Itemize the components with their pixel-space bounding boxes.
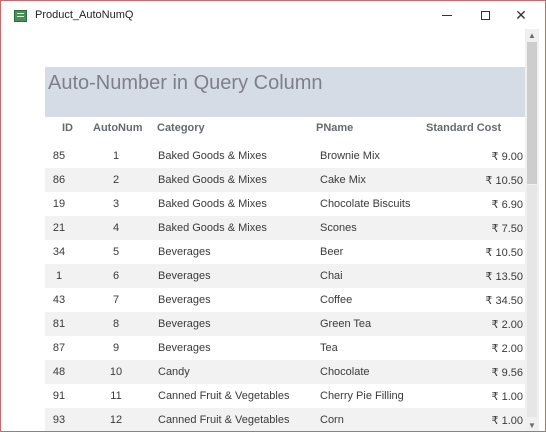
cell-autonum: 9 bbox=[112, 342, 120, 354]
vertical-scrollbar[interactable]: ▲ ▼ bbox=[525, 29, 539, 431]
cell-standard-cost: ₹ 9.56 bbox=[491, 367, 523, 379]
table-row: 34 5 Beverages Beer ₹ 10.50 bbox=[45, 240, 527, 264]
report-rows: 85 1 Baked Goods & Mixes Brownie Mix ₹ 9… bbox=[45, 144, 527, 431]
cell-id: 93 bbox=[52, 414, 66, 426]
cell-autonum: 3 bbox=[112, 198, 120, 210]
access-form-icon bbox=[14, 10, 27, 22]
column-header-standard-cost: Standard Cost bbox=[426, 122, 502, 134]
cell-pname: Cake Mix bbox=[320, 174, 366, 186]
cell-id: 81 bbox=[52, 318, 66, 330]
cell-id: 1 bbox=[55, 270, 63, 282]
cell-pname: Beer bbox=[320, 246, 344, 258]
cell-standard-cost: ₹ 2.00 bbox=[491, 343, 523, 355]
table-row: 81 8 Beverages Green Tea ₹ 2.00 bbox=[45, 312, 527, 336]
column-header-id: ID bbox=[62, 122, 73, 134]
cell-pname: Green Tea bbox=[320, 318, 372, 330]
report-body: Auto-Number in Query Column ID AutoNum C… bbox=[6, 29, 527, 431]
cell-autonum: 10 bbox=[109, 366, 123, 378]
cell-category: Baked Goods & Mixes bbox=[158, 222, 267, 234]
cell-category: Beverages bbox=[158, 318, 211, 330]
cell-pname: Coffee bbox=[320, 294, 353, 306]
title-bar[interactable]: Product_AutoNumQ ✕ bbox=[1, 1, 545, 29]
cell-id: 19 bbox=[52, 198, 66, 210]
cell-category: Canned Fruit & Vegetables bbox=[158, 414, 290, 426]
cell-autonum: 5 bbox=[112, 246, 120, 258]
cell-pname: Brownie Mix bbox=[320, 150, 380, 162]
cell-standard-cost: ₹ 10.50 bbox=[485, 247, 523, 259]
cell-id: 86 bbox=[52, 174, 66, 186]
cell-id: 43 bbox=[52, 294, 66, 306]
maximize-icon bbox=[480, 10, 490, 20]
window-title: Product_AutoNumQ bbox=[35, 9, 134, 21]
cell-id: 21 bbox=[52, 222, 66, 234]
table-row: 48 10 Candy Chocolate ₹ 9.56 bbox=[45, 360, 527, 384]
cell-category: Beverages bbox=[158, 342, 211, 354]
cell-id: 87 bbox=[52, 342, 66, 354]
table-row: 19 3 Baked Goods & Mixes Chocolate Biscu… bbox=[45, 192, 527, 216]
cell-id: 48 bbox=[52, 366, 66, 378]
close-icon: ✕ bbox=[515, 7, 527, 23]
column-header-category: Category bbox=[157, 122, 205, 134]
report-window: Product_AutoNumQ ✕ Auto-Number in Query … bbox=[0, 0, 546, 432]
cell-autonum: 4 bbox=[112, 222, 120, 234]
scrollbar-thumb[interactable] bbox=[527, 42, 537, 184]
cell-standard-cost: ₹ 13.50 bbox=[485, 271, 523, 283]
cell-autonum: 7 bbox=[112, 294, 120, 306]
report-header: Auto-Number in Query Column bbox=[45, 67, 527, 117]
close-button[interactable]: ✕ bbox=[503, 1, 539, 29]
cell-autonum: 11 bbox=[110, 390, 122, 402]
cell-id: 91 bbox=[52, 390, 66, 402]
table-row: 21 4 Baked Goods & Mixes Scones ₹ 7.50 bbox=[45, 216, 527, 240]
minimize-button[interactable] bbox=[429, 1, 465, 29]
cell-pname: Cherry Pie Filling bbox=[320, 390, 404, 402]
cell-category: Beverages bbox=[158, 270, 211, 282]
minimize-icon bbox=[442, 14, 452, 16]
table-row: 86 2 Baked Goods & Mixes Cake Mix ₹ 10.5… bbox=[45, 168, 527, 192]
cell-standard-cost: ₹ 6.90 bbox=[491, 199, 523, 211]
report-title: Auto-Number in Query Column bbox=[48, 72, 323, 94]
cell-category: Beverages bbox=[158, 294, 211, 306]
cell-autonum: 12 bbox=[109, 414, 123, 426]
cell-id: 85 bbox=[52, 150, 66, 162]
cell-autonum: 8 bbox=[112, 318, 120, 330]
cell-pname: Chocolate Biscuits bbox=[320, 198, 411, 210]
cell-pname: Corn bbox=[320, 414, 344, 426]
column-header-autonum: AutoNum bbox=[93, 122, 143, 134]
cell-pname: Scones bbox=[320, 222, 357, 234]
table-row: 1 6 Beverages Chai ₹ 13.50 bbox=[45, 264, 527, 288]
scroll-down-icon[interactable]: ▼ bbox=[525, 419, 539, 431]
cell-category: Canned Fruit & Vegetables bbox=[158, 390, 290, 402]
table-row: 91 11 Canned Fruit & Vegetables Cherry P… bbox=[45, 384, 527, 408]
table-row: 43 7 Beverages Coffee ₹ 34.50 bbox=[45, 288, 527, 312]
cell-pname: Tea bbox=[320, 342, 338, 354]
cell-id: 34 bbox=[52, 246, 66, 258]
cell-standard-cost: ₹ 1.00 bbox=[491, 391, 523, 403]
cell-category: Baked Goods & Mixes bbox=[158, 174, 267, 186]
scrollbar-track[interactable] bbox=[527, 185, 537, 417]
table-row: 87 9 Beverages Tea ₹ 2.00 bbox=[45, 336, 527, 360]
scroll-up-icon[interactable]: ▲ bbox=[525, 29, 539, 41]
table-row: 93 12 Canned Fruit & Vegetables Corn ₹ 1… bbox=[45, 408, 527, 431]
cell-standard-cost: ₹ 10.50 bbox=[485, 175, 523, 187]
cell-pname: Chocolate bbox=[320, 366, 370, 378]
cell-autonum: 6 bbox=[112, 270, 120, 282]
cell-standard-cost: ₹ 9.00 bbox=[491, 151, 523, 163]
cell-standard-cost: ₹ 2.00 bbox=[491, 319, 523, 331]
column-header-pname: PName bbox=[316, 122, 354, 134]
cell-category: Baked Goods & Mixes bbox=[158, 198, 267, 210]
cell-standard-cost: ₹ 34.50 bbox=[485, 295, 523, 307]
table-row: 85 1 Baked Goods & Mixes Brownie Mix ₹ 9… bbox=[45, 144, 527, 168]
maximize-button[interactable] bbox=[467, 1, 503, 29]
cell-standard-cost: ₹ 7.50 bbox=[491, 223, 523, 235]
cell-pname: Chai bbox=[320, 270, 343, 282]
cell-category: Baked Goods & Mixes bbox=[158, 150, 267, 162]
cell-category: Candy bbox=[158, 366, 190, 378]
cell-autonum: 1 bbox=[112, 150, 120, 162]
cell-autonum: 2 bbox=[112, 174, 120, 186]
cell-category: Beverages bbox=[158, 246, 211, 258]
cell-standard-cost: ₹ 1.00 bbox=[491, 415, 523, 427]
